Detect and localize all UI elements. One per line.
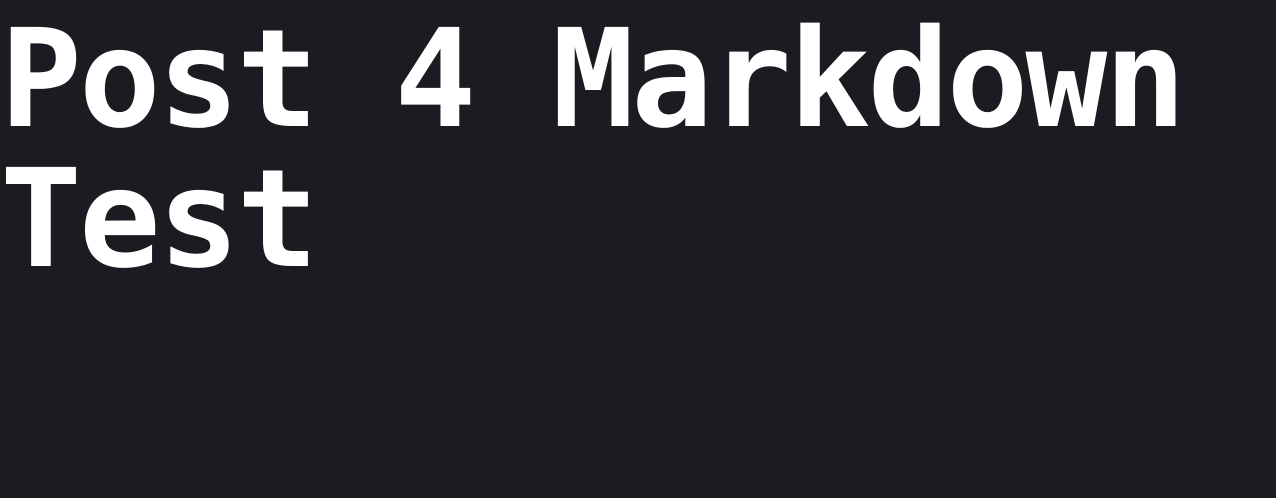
post-title-line-2: Test: [0, 141, 319, 299]
page: Post 4 Markdown Test: [0, 0, 1276, 498]
post-title: Post 4 Markdown Test: [0, 10, 1276, 290]
post-title-line-1: Post 4 Markdown: [0, 1, 1186, 159]
